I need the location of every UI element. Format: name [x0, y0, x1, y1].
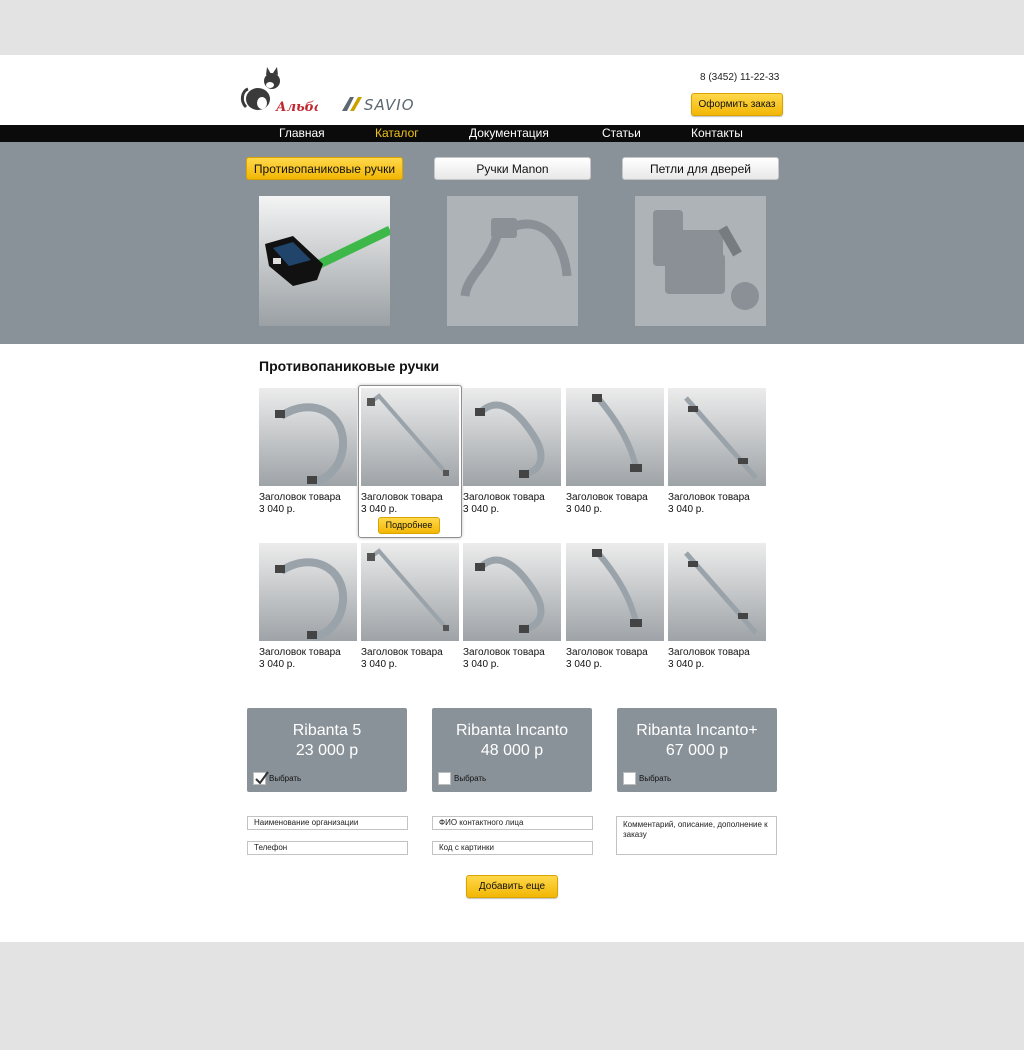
package-checkbox[interactable]	[253, 771, 269, 785]
nav-item-home[interactable]: Главная	[279, 125, 325, 142]
package-price: 48 000 р	[480, 742, 544, 759]
product-title[interactable]: Заголовок товара	[566, 492, 664, 504]
product-title[interactable]: Заголовок товара	[668, 492, 766, 504]
product-price: 3 040 р.	[361, 504, 398, 515]
product-title[interactable]: Заголовок товара	[566, 647, 664, 659]
package-select-label: Выбрать	[454, 774, 487, 783]
package-select-label: Выбрать	[269, 774, 302, 783]
product-title[interactable]: Заголовок товара	[463, 647, 561, 659]
category-image-panic-handles[interactable]	[259, 196, 390, 326]
product-title[interactable]: Заголовок товара	[259, 492, 357, 504]
page: Альба SAVIO 8 (3452) 11-22-33 Оформить з…	[0, 55, 1024, 942]
nav-item-catalog[interactable]: Каталог	[375, 125, 419, 142]
product-price: 3 040 р.	[668, 504, 705, 515]
organization-input[interactable]: Наименование организации	[247, 816, 408, 830]
category-tab-door-hinges[interactable]: Петли для дверей	[622, 157, 779, 180]
package-card-ribanta-incanto-plus[interactable]: Ribanta Incanto+ 67 000 р Выбрать	[617, 708, 777, 792]
nav-item-documentation[interactable]: Документация	[469, 125, 549, 142]
product-more-button[interactable]: Подробнее	[378, 517, 440, 534]
product-card[interactable]: Заголовок товара 3 040 р.	[361, 388, 459, 515]
phone-number: 8 (3452) 11-22-33	[700, 72, 780, 83]
product-card[interactable]: Заголовок товара 3 040 р.	[566, 388, 664, 515]
product-price: 3 040 р.	[566, 504, 603, 515]
comment-textarea[interactable]: Комментарий, описание, дополнение к зака…	[616, 816, 777, 855]
product-image[interactable]	[463, 543, 561, 641]
product-price: 3 040 р.	[566, 659, 603, 670]
product-image[interactable]	[566, 388, 664, 486]
package-checkbox[interactable]	[623, 772, 636, 785]
contact-name-input[interactable]: ФИО контактного лица	[432, 816, 593, 830]
product-price: 3 040 р.	[463, 659, 500, 670]
product-image[interactable]	[361, 388, 459, 486]
category-image-manon-handles[interactable]	[447, 196, 578, 326]
package-name: Ribanta Incanto	[455, 722, 569, 739]
package-name: Ribanta 5	[292, 722, 362, 739]
product-title[interactable]: Заголовок товара	[668, 647, 766, 659]
order-button[interactable]: Оформить заказ	[691, 93, 783, 116]
product-price: 3 040 р.	[259, 504, 296, 515]
site-header: Альба SAVIO 8 (3452) 11-22-33 Оформить з…	[0, 55, 1024, 125]
category-image-door-hinges[interactable]	[635, 196, 766, 326]
catalog-title: Противопаниковые ручки	[259, 358, 440, 374]
product-image[interactable]	[259, 388, 357, 486]
product-price: 3 040 р.	[668, 659, 705, 670]
product-card[interactable]: Заголовок товара 3 040 р.	[566, 543, 664, 670]
product-card[interactable]: Заголовок товара 3 040 р.	[668, 388, 766, 515]
product-title[interactable]: Заголовок товара	[463, 492, 561, 504]
product-image[interactable]	[668, 388, 766, 486]
category-tab-manon-handles[interactable]: Ручки Manon	[434, 157, 591, 180]
product-card[interactable]: Заголовок товара 3 040 р.	[668, 543, 766, 670]
product-image[interactable]	[566, 543, 664, 641]
product-price: 3 040 р.	[463, 504, 500, 515]
alba-logo[interactable]: Альба	[240, 67, 323, 115]
package-select-label: Выбрать	[639, 774, 672, 783]
package-checkbox[interactable]	[438, 772, 451, 785]
product-price: 3 040 р.	[361, 659, 398, 670]
phone-input[interactable]: Телефон	[247, 841, 408, 855]
product-title[interactable]: Заголовок товара	[259, 647, 357, 659]
category-tab-panic-handles[interactable]: Противопаниковые ручки	[246, 157, 403, 180]
product-title[interactable]: Заголовок товара	[361, 647, 459, 659]
package-price: 23 000 р	[295, 742, 359, 759]
checkmark-icon	[255, 771, 269, 785]
savio-logo[interactable]: SAVIO	[342, 93, 432, 115]
product-card[interactable]: Заголовок товара 3 040 р.	[259, 543, 357, 670]
product-image[interactable]	[463, 388, 561, 486]
product-card[interactable]: Заголовок товара 3 040 р.	[463, 543, 561, 670]
package-card-ribanta-5[interactable]: Ribanta 5 23 000 р Выбрать	[247, 708, 407, 792]
product-image[interactable]	[668, 543, 766, 641]
product-title[interactable]: Заголовок товара	[361, 492, 459, 504]
add-more-button[interactable]: Добавить еще	[466, 875, 558, 898]
product-card[interactable]: Заголовок товара 3 040 р.	[259, 388, 357, 515]
package-card-ribanta-incanto[interactable]: Ribanta Incanto 48 000 р Выбрать	[432, 708, 592, 792]
product-image[interactable]	[259, 543, 357, 641]
nav-item-articles[interactable]: Статьи	[602, 125, 641, 142]
main-nav: Главная Каталог Документация Статьи Конт…	[0, 125, 1024, 142]
package-name: Ribanta Incanto+	[636, 722, 758, 739]
product-card[interactable]: Заголовок товара 3 040 р.	[463, 388, 561, 515]
product-image[interactable]	[361, 543, 459, 641]
category-panel: Противопаниковые ручки Ручки Manon Петли…	[0, 142, 1024, 344]
alba-logo-text: Альба	[275, 100, 318, 115]
product-price: 3 040 р.	[259, 659, 296, 670]
product-card[interactable]: Заголовок товара 3 040 р.	[361, 543, 459, 670]
package-price: 67 000 р	[665, 742, 729, 759]
savio-logo-text: SAVIO	[364, 96, 415, 114]
captcha-code-input[interactable]: Код с картинки	[432, 841, 593, 855]
nav-item-contacts[interactable]: Контакты	[691, 125, 743, 142]
